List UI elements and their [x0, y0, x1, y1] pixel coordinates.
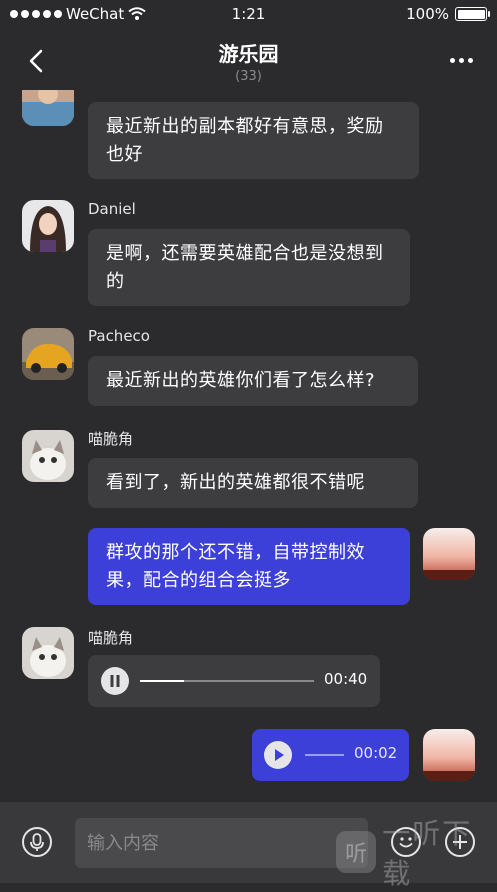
voice-duration: 00:02 — [354, 744, 398, 762]
avatar[interactable] — [22, 627, 74, 679]
message-bubble[interactable]: 最近新出的英雄你们看了怎么样? — [88, 356, 418, 406]
sender-name: Pacheco — [88, 327, 150, 345]
battery-percent: 100% — [406, 5, 449, 23]
avatar[interactable] — [22, 200, 74, 252]
watermark-logo: 听 — [336, 831, 377, 873]
avatar[interactable] — [22, 328, 74, 380]
microphone-icon[interactable] — [22, 827, 52, 857]
avatar[interactable] — [22, 90, 74, 126]
sender-name: Daniel — [88, 200, 136, 218]
battery-icon — [455, 7, 490, 21]
message-bubble[interactable]: 最近新出的副本都好有意思，奖励也好 — [88, 102, 419, 179]
more-dots-icon[interactable] — [450, 58, 473, 63]
pause-button[interactable] — [101, 667, 129, 695]
my-message-bubble[interactable]: 群攻的那个还不错，自带控制效果，配合的组合会挺多 — [88, 528, 410, 605]
pause-icon — [110, 675, 120, 687]
watermark: 听 一听下载 — [336, 812, 497, 892]
sender-name: 喵脆角 — [88, 629, 134, 647]
nav-bar: 游乐园 (33) — [0, 28, 497, 90]
message-input[interactable] — [75, 818, 368, 868]
chat-title: 游乐园 — [218, 42, 279, 66]
sender-name: 喵脆角 — [88, 430, 134, 448]
watermark-text: 一听下载 — [382, 817, 473, 890]
member-count: (33) — [235, 69, 262, 84]
avatar[interactable] — [22, 430, 74, 482]
message-bubble[interactable]: 看到了，新出的英雄都很不错呢 — [88, 458, 418, 508]
message-bubble[interactable]: 是啊，还需要英雄配合也是没想到的 — [88, 229, 410, 306]
voice-progress-fill — [140, 680, 184, 682]
my-avatar[interactable] — [423, 528, 475, 580]
status-bar: WeChat 1:21 100% — [0, 0, 497, 28]
voice-duration: 00:40 — [324, 670, 368, 688]
message-list[interactable]: 最近新出的副本都好有意思，奖励也好 Daniel 是啊，还需要英雄配合也是没想到… — [0, 90, 497, 802]
my-avatar[interactable] — [423, 729, 475, 781]
play-button[interactable] — [264, 741, 292, 769]
play-icon — [275, 749, 284, 761]
voice-message[interactable]: 00:40 — [88, 655, 380, 707]
voice-progress-track[interactable] — [140, 680, 314, 682]
battery-status: 100% — [406, 5, 490, 23]
voice-progress-track[interactable] — [305, 754, 344, 756]
my-voice-message[interactable]: 00:02 — [252, 729, 409, 781]
